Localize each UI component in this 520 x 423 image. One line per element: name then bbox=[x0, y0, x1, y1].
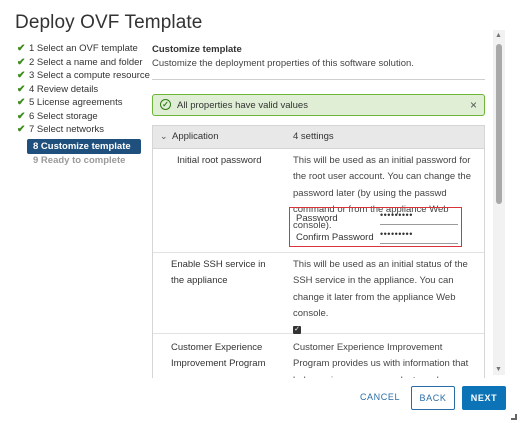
dialog-title: Deploy OVF Template bbox=[15, 12, 203, 33]
check-icon: ✔ bbox=[17, 56, 26, 68]
back-button[interactable]: BACK bbox=[411, 386, 455, 410]
vertical-scrollbar[interactable]: ▲ ▼ bbox=[493, 30, 505, 375]
password-fields: Password ••••••••• Confirm Password ••••… bbox=[289, 207, 462, 247]
property-row: Initial root password This will be used … bbox=[153, 149, 484, 253]
step-9: 9 Ready to complete bbox=[17, 154, 147, 168]
step-label: 3 Select a compute resource bbox=[29, 70, 150, 81]
step-label: 4 Review details bbox=[29, 83, 99, 95]
close-icon[interactable]: × bbox=[470, 98, 477, 112]
group-header[interactable]: ⌄ Application 4 settings bbox=[153, 126, 484, 149]
step-label: 7 Select networks bbox=[29, 124, 104, 135]
property-row: Customer Experience Improvement Program … bbox=[153, 334, 484, 378]
section-description: Customize the deployment properties of t… bbox=[152, 58, 414, 69]
properties-table: ⌄ Application 4 settings Initial root pa… bbox=[152, 125, 485, 378]
check-icon: ✔ bbox=[17, 83, 26, 95]
step-5[interactable]: ✔ 5 License agreements bbox=[17, 96, 147, 110]
wizard-steps: ✔ 1 Select an OVF template ✔ 2 Select a na… bbox=[17, 42, 150, 168]
confirm-password-label: Confirm Password bbox=[296, 232, 374, 243]
step-1[interactable]: ✔ 1 Select an OVF template bbox=[17, 42, 147, 56]
scrollbar-thumb[interactable] bbox=[496, 44, 502, 204]
confirm-password-input[interactable]: ••••••••• bbox=[380, 229, 458, 244]
step-2[interactable]: ✔ 2 Select a name and folder bbox=[17, 56, 147, 70]
resize-handle-icon[interactable] bbox=[511, 414, 517, 420]
divider bbox=[152, 79, 485, 80]
scroll-up-icon[interactable]: ▲ bbox=[495, 32, 502, 39]
cancel-button[interactable]: CANCEL bbox=[357, 386, 403, 410]
group-count: 4 settings bbox=[293, 131, 334, 142]
check-icon: ✔ bbox=[17, 124, 26, 135]
check-icon: ✔ bbox=[17, 70, 26, 81]
property-label: Enable SSH service in the appliance bbox=[171, 259, 266, 286]
property-row: Enable SSH service in the appliance This… bbox=[153, 253, 484, 334]
step-4[interactable]: ✔ 4 Review details bbox=[17, 83, 147, 97]
content-panel: Customize template Customize the deploym… bbox=[152, 42, 487, 378]
deploy-ovf-dialog: Deploy OVF Template ✔ 1 Select an OVF tem… bbox=[0, 0, 520, 423]
property-description: This will be used as an initial status o… bbox=[293, 257, 478, 338]
check-icon: ✔ bbox=[17, 97, 26, 108]
password-field: Password ••••••••• bbox=[290, 208, 463, 227]
step-7[interactable]: ✔ 7 Select networks bbox=[17, 123, 147, 137]
success-alert: ✓ All properties have valid values × bbox=[152, 94, 485, 116]
next-button[interactable]: NEXT bbox=[462, 386, 506, 410]
step-label: 6 Select storage bbox=[29, 110, 98, 122]
property-label: Customer Experience Improvement Program bbox=[171, 342, 266, 369]
step-6[interactable]: ✔ 6 Select storage bbox=[17, 110, 147, 124]
step-label: 9 Ready to complete bbox=[33, 155, 126, 166]
scroll-down-icon[interactable]: ▼ bbox=[495, 366, 502, 373]
password-label: Password bbox=[296, 213, 338, 224]
step-label: 1 Select an OVF template bbox=[29, 43, 138, 54]
group-name: Application bbox=[172, 131, 219, 142]
confirm-password-field: Confirm Password ••••••••• bbox=[290, 227, 463, 246]
step-label: 5 License agreements bbox=[29, 97, 123, 108]
chevron-down-icon[interactable]: ⌄ bbox=[160, 131, 168, 142]
step-label: 2 Select a name and folder bbox=[29, 56, 143, 68]
step-label: 8 Customize template bbox=[33, 140, 131, 152]
enable-ssh-checkbox[interactable]: ✓ bbox=[293, 325, 301, 334]
property-description-text: This will be used as an initial status o… bbox=[293, 259, 468, 319]
check-icon: ✔ bbox=[17, 43, 26, 54]
property-description: Customer Experience Improvement Program … bbox=[293, 340, 478, 378]
section-title: Customize template bbox=[152, 44, 242, 55]
password-input[interactable]: ••••••••• bbox=[380, 210, 458, 225]
check-circle-icon: ✓ bbox=[160, 99, 171, 110]
alert-message: All properties have valid values bbox=[177, 100, 308, 111]
step-8-active[interactable]: 8 Customize template bbox=[27, 138, 141, 154]
property-label: Initial root password bbox=[177, 155, 262, 166]
step-3[interactable]: ✔ 3 Select a compute resource bbox=[17, 69, 150, 83]
property-description-text: Customer Experience Improvement Program … bbox=[293, 342, 469, 378]
check-icon: ✔ bbox=[17, 110, 26, 122]
